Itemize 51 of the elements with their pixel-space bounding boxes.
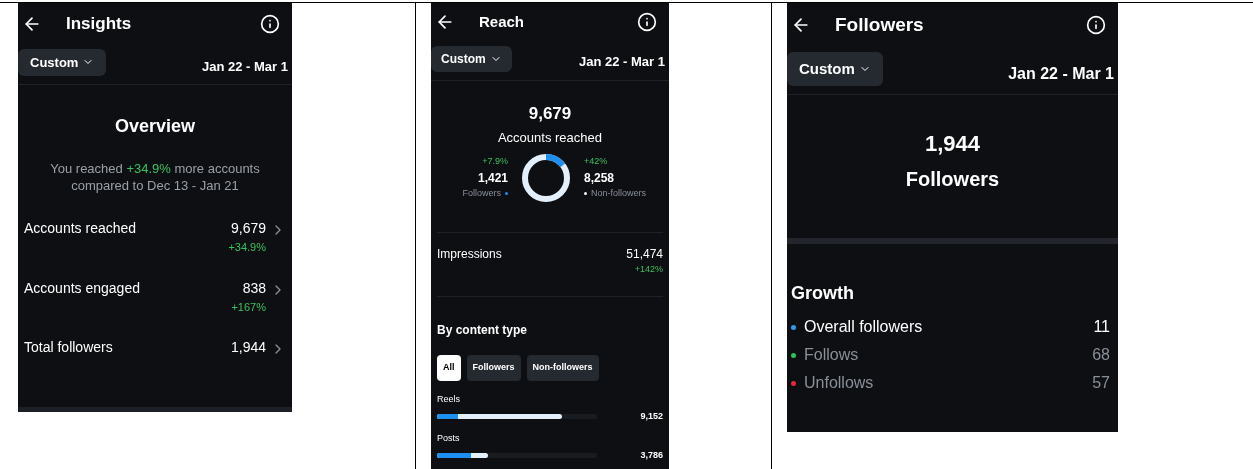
filter-tab[interactable]: All bbox=[437, 355, 461, 381]
screen-title: Insights bbox=[66, 13, 132, 35]
content-label: Reels bbox=[437, 392, 461, 406]
screen-title: Reach bbox=[479, 12, 525, 32]
filter-dropdown[interactable]: Custom bbox=[787, 51, 883, 86]
growth-value: 11 bbox=[1093, 317, 1110, 337]
summary-text: You reached +34.9% more accounts compared to Dec 13 - Jan 21 bbox=[49, 160, 261, 194]
metric-label: Total followers bbox=[24, 338, 113, 357]
metric-label: Accounts reached bbox=[24, 219, 137, 238]
info-icon[interactable] bbox=[1086, 15, 1106, 36]
growth-value: 57 bbox=[1092, 373, 1110, 393]
metric-label: Impressions bbox=[437, 245, 502, 263]
filter-dropdown[interactable]: Custom bbox=[18, 48, 107, 76]
filter-tab[interactable]: Followers bbox=[466, 355, 521, 381]
metric-change: +34.9% bbox=[228, 240, 266, 255]
metric-change: +167% bbox=[231, 299, 266, 315]
info-icon[interactable] bbox=[637, 12, 657, 33]
total-label: Accounts reached bbox=[496, 129, 604, 147]
change-text: +42% bbox=[584, 155, 608, 168]
metric-change: +142% bbox=[634, 262, 663, 276]
total-label: Followers bbox=[904, 167, 1001, 192]
growth-value: 68 bbox=[1092, 345, 1110, 365]
stat-value: 8,258 bbox=[584, 169, 615, 187]
content-value: 3,786 bbox=[640, 449, 663, 462]
filter-tab[interactable]: Non-followers bbox=[526, 355, 599, 381]
metric-label: Accounts engaged bbox=[24, 278, 140, 298]
metric-value: 1,944 bbox=[230, 338, 266, 357]
metric-value: 51,474 bbox=[626, 245, 663, 263]
content-label: Posts bbox=[437, 431, 461, 445]
change-text: +7.9% bbox=[482, 155, 508, 168]
stat-label: Non-followers bbox=[591, 186, 647, 200]
growth-label: Overall followers bbox=[804, 317, 923, 337]
date-range: Jan 22 - Mar 1 bbox=[1008, 64, 1114, 84]
section-title: Growth bbox=[790, 282, 855, 305]
screen-title: Followers bbox=[835, 13, 924, 37]
total-value: 1,944 bbox=[923, 130, 982, 158]
donut-chart-drawing bbox=[522, 153, 570, 202]
metric-value: 838 bbox=[242, 278, 266, 298]
date-range: Jan 22 - Mar 1 bbox=[579, 53, 665, 71]
growth-label: Unfollows bbox=[804, 373, 874, 393]
total-value: 9,679 bbox=[527, 102, 573, 125]
filter-dropdown[interactable]: Custom bbox=[431, 45, 512, 72]
content-value: 9,152 bbox=[640, 410, 663, 423]
section-title: Overview bbox=[113, 115, 197, 138]
metric-value: 9,679 bbox=[230, 219, 266, 238]
date-range: Jan 22 - Mar 1 bbox=[202, 57, 288, 76]
stat-label: Followers bbox=[462, 186, 501, 200]
stat-value: 1,421 bbox=[477, 169, 508, 187]
growth-label: Follows bbox=[804, 345, 859, 365]
info-icon[interactable] bbox=[260, 13, 280, 34]
section-title: By content type bbox=[436, 322, 528, 339]
